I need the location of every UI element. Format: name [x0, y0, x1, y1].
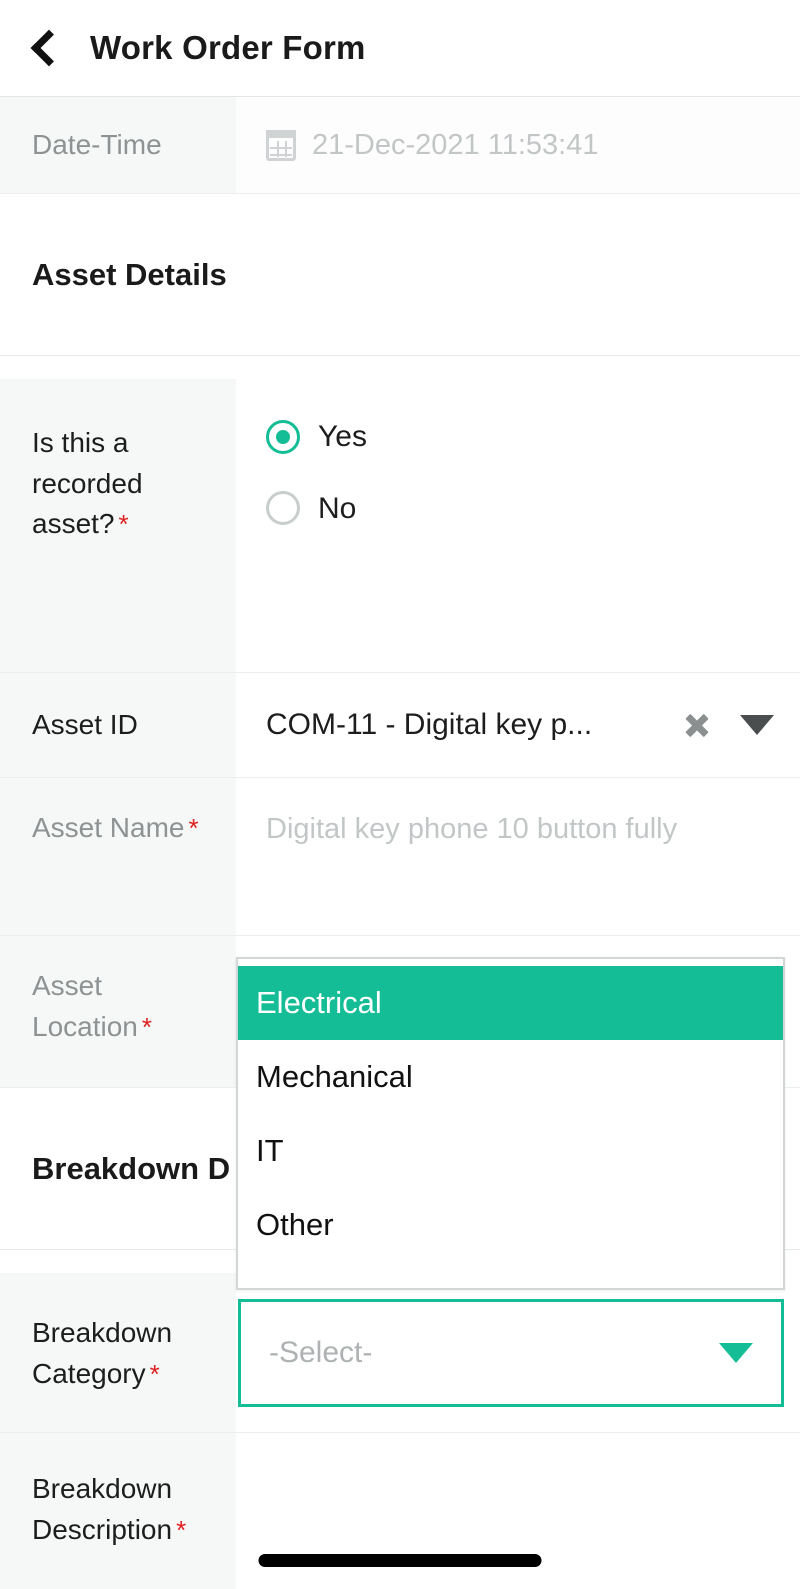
- field-row-asset-name: Asset Name * Digital key phone 10 button …: [0, 778, 800, 936]
- triangle-down-icon[interactable]: [719, 1342, 753, 1363]
- asset-name-label-text: Asset Name: [32, 812, 185, 843]
- asset-id-value: COM-11 - Digital key p...: [266, 708, 593, 742]
- breakdown-category-select[interactable]: -Select-: [238, 1298, 784, 1407]
- close-x-icon[interactable]: [684, 712, 710, 738]
- recorded-asset-label: Is this a recorded asset? *: [0, 379, 236, 672]
- asset-location-label: Asset Location *: [0, 936, 236, 1087]
- required-asterisk: *: [141, 1011, 152, 1042]
- dropdown-bottom-padding: [238, 1262, 783, 1288]
- breakdown-description-label: Breakdown Description *: [0, 1433, 236, 1589]
- recorded-asset-options: Yes No: [236, 379, 800, 672]
- date-time-value-cell[interactable]: 21-Dec-2021 11:53:41: [236, 97, 800, 193]
- required-asterisk: *: [118, 509, 129, 540]
- radio-option-no[interactable]: No: [266, 487, 356, 531]
- field-row-asset-id: Asset ID COM-11 - Digital key p...: [0, 673, 800, 778]
- home-indicator: [258, 1554, 542, 1567]
- required-asterisk: *: [176, 1514, 187, 1545]
- work-order-form-screen: Work Order Form Date-Time 21-Dec-2021 11…: [0, 0, 800, 1589]
- asset-location-label-text: Asset Location: [32, 970, 138, 1042]
- page-title: Work Order Form: [90, 29, 366, 66]
- calendar-icon: [266, 129, 296, 161]
- required-asterisk: *: [188, 813, 199, 843]
- radio-yes-label: Yes: [318, 420, 367, 453]
- triangle-down-icon[interactable]: [740, 715, 774, 735]
- chevron-left-icon: [30, 29, 68, 67]
- dropdown-option-it[interactable]: IT: [238, 1114, 783, 1188]
- field-row-recorded-asset: Is this a recorded asset? * Yes No: [0, 379, 800, 673]
- asset-name-label: Asset Name *: [0, 778, 236, 935]
- radio-option-yes[interactable]: Yes: [266, 415, 367, 459]
- asset-id-label: Asset ID: [0, 673, 236, 777]
- date-time-value: 21-Dec-2021 11:53:41: [312, 128, 599, 161]
- dropdown-option-mechanical[interactable]: Mechanical: [238, 1040, 783, 1114]
- field-row-breakdown-category: Breakdown Category * -Select-: [0, 1273, 800, 1433]
- date-time-label: Date-Time: [0, 97, 236, 193]
- app-header: Work Order Form: [0, 0, 800, 97]
- breakdown-category-dropdown-popup: Electrical Mechanical IT Other: [236, 957, 785, 1290]
- field-row-date-time: Date-Time 21-Dec-2021 11:53:41: [0, 97, 800, 194]
- radio-no-label: No: [318, 491, 357, 525]
- breakdown-category-placeholder: -Select-: [269, 1335, 373, 1369]
- asset-name-value[interactable]: Digital key phone 10 button fully: [236, 778, 800, 935]
- asset-id-select[interactable]: COM-11 - Digital key p...: [236, 673, 800, 777]
- radio-yes-icon[interactable]: [266, 419, 300, 454]
- asset-id-icons: [684, 712, 774, 738]
- breakdown-description-label-text: Breakdown Description: [32, 1473, 173, 1545]
- dropdown-option-other[interactable]: Other: [238, 1188, 783, 1262]
- required-asterisk: *: [149, 1358, 160, 1389]
- radio-no-icon[interactable]: [266, 491, 300, 526]
- back-button[interactable]: [0, 0, 90, 97]
- breakdown-category-value-cell: -Select-: [236, 1273, 800, 1432]
- dropdown-option-electrical[interactable]: Electrical: [238, 966, 783, 1040]
- breakdown-category-label: Breakdown Category *: [0, 1273, 236, 1432]
- section-spacer: [0, 356, 800, 379]
- section-header-asset-details: Asset Details: [0, 194, 800, 356]
